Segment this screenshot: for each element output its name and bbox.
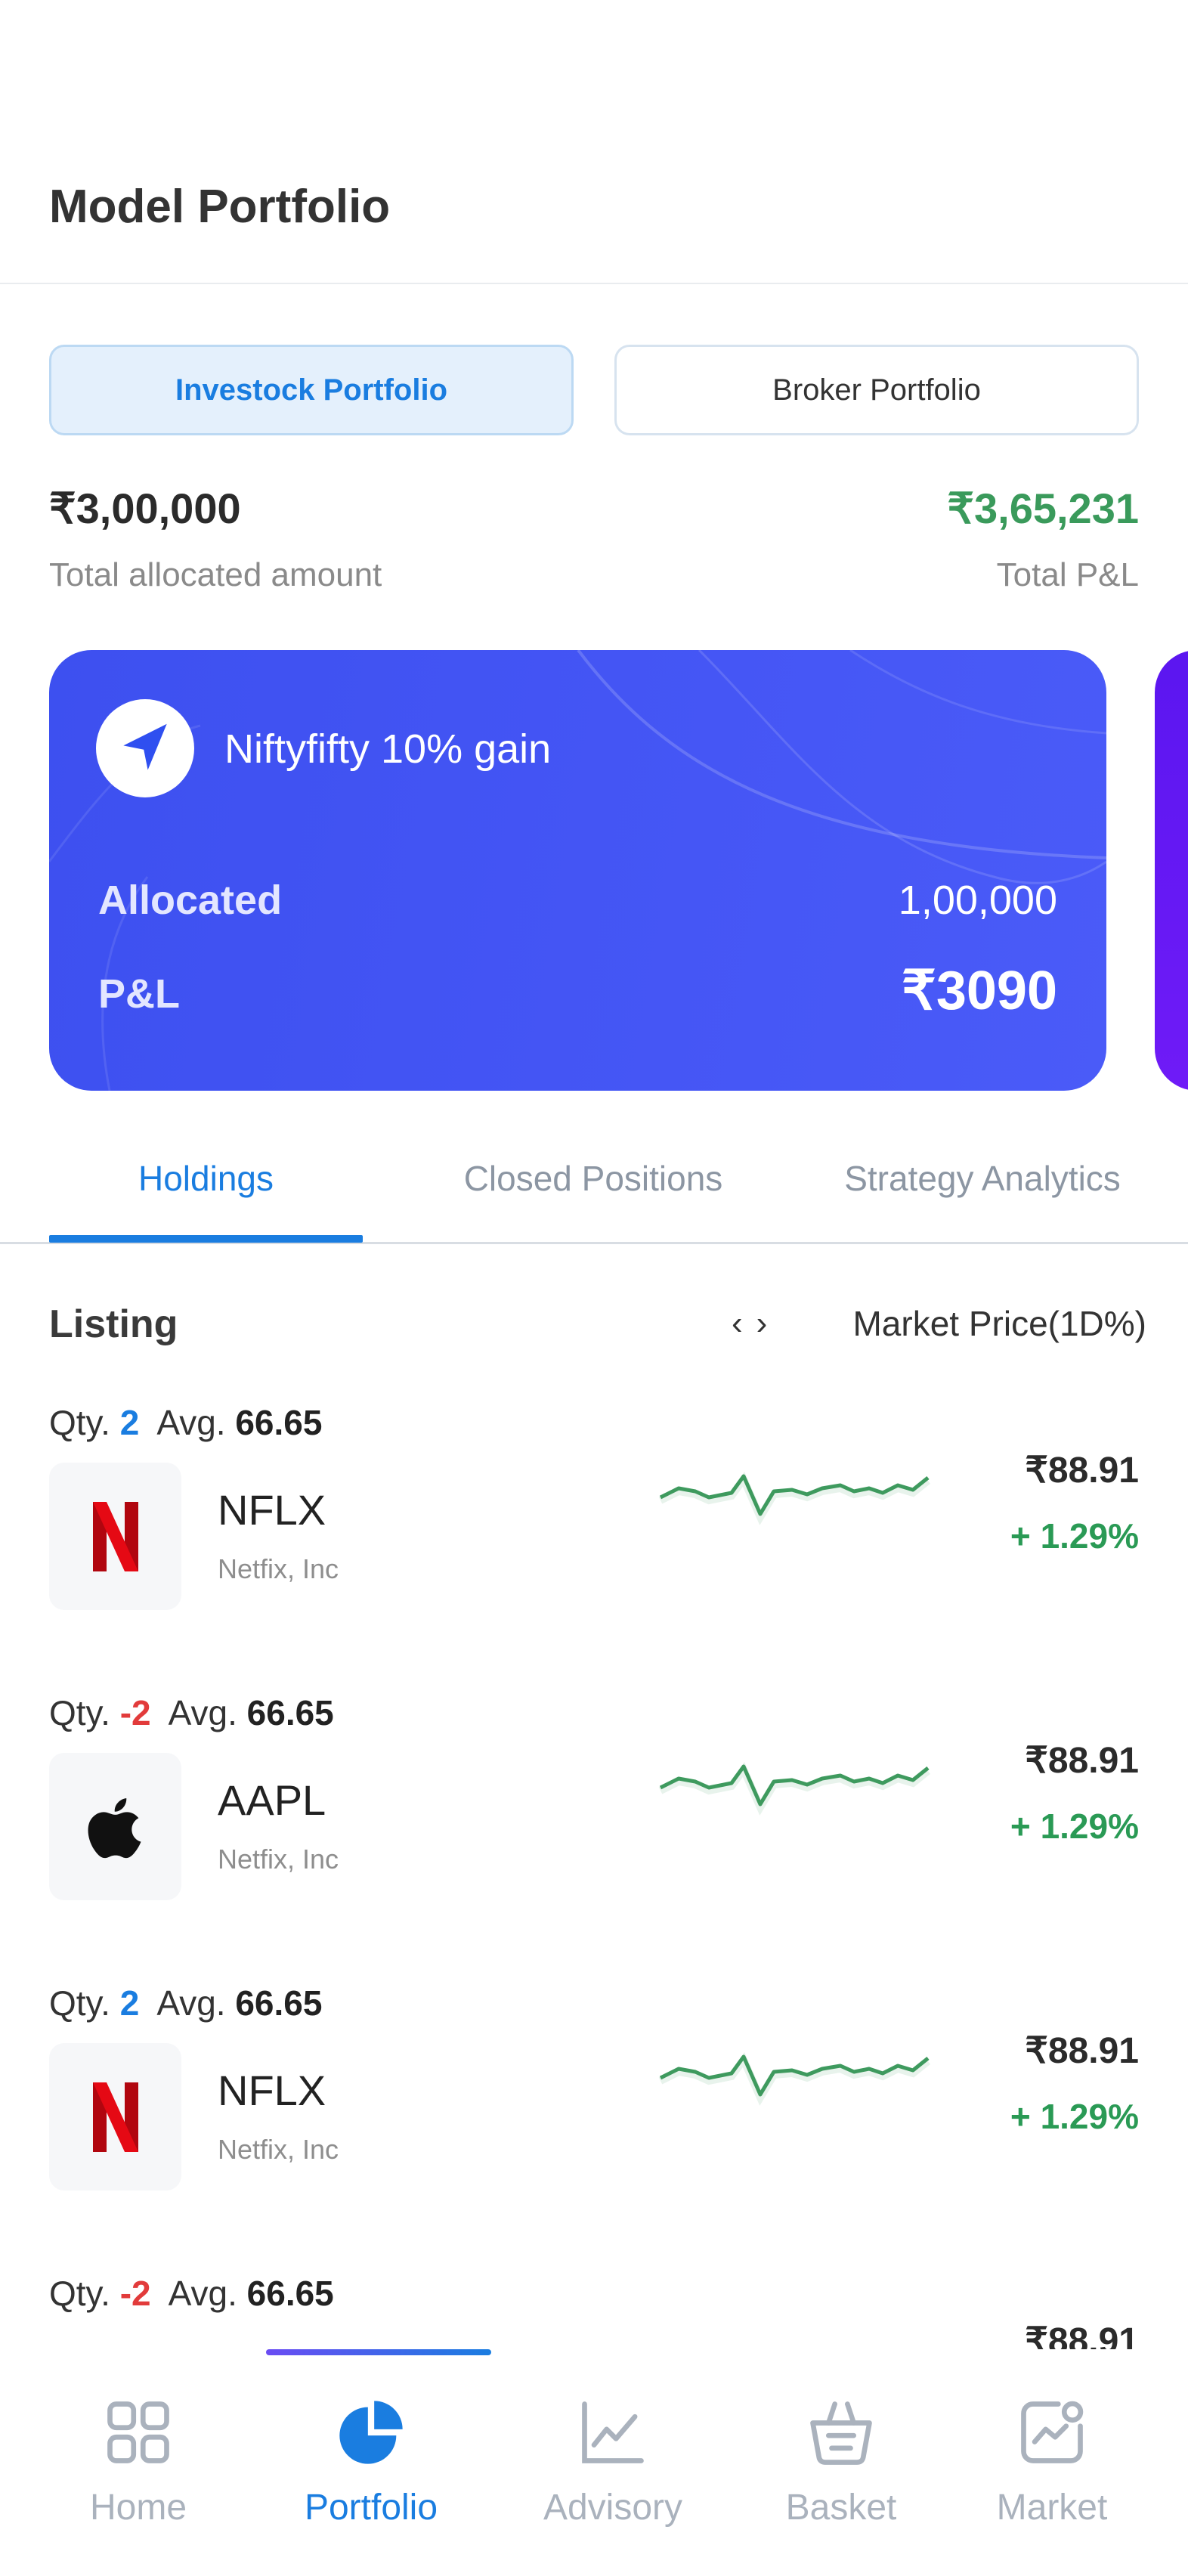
avg-value: 66.65 [246,2274,334,2313]
qty-label: Qty. [49,1693,110,1732]
nav-label: Advisory [543,2488,683,2528]
qty-label: Qty. [49,1403,110,1442]
nav-label: Market [996,2488,1108,2528]
nav-label: Portfolio [304,2488,438,2528]
avg-value: 66.65 [246,1693,334,1732]
strategy-title: Niftyfifty 10% gain [224,726,552,772]
tab-holdings[interactable]: Holdings [49,1158,363,1199]
avg-label: Avg. [168,2274,237,2313]
qty-value: 2 [119,1403,140,1442]
qty-line: Qty. 2 Avg. 66.65 [49,1983,322,2023]
ticker: NFLX [218,1486,326,1534]
allocated-value: 1,00,000 [898,878,1057,923]
nav-portfolio[interactable]: Portfolio [280,2395,462,2561]
total-allocated-amount: ₹3,00,000 [49,485,241,532]
pnl-value: ₹3090 [902,961,1057,1021]
company-name: Netfix, Inc [218,1553,339,1584]
sparkline [658,2052,931,2106]
page-title: Model Portfolio [49,181,391,233]
netflix-logo [49,2043,181,2191]
nav-advisory[interactable]: Advisory [522,2395,704,2561]
holding-row[interactable]: Qty. 2 Avg. 66.65 NFLX Netfix, Inc ₹88.9… [0,1983,1188,2240]
sparkline [658,1472,931,1525]
price-change: + 1.29% [1010,1807,1139,1846]
pie-chart-icon [339,2401,403,2464]
price-change: + 1.29% [1010,2097,1139,2136]
pnl-label: P&L [98,971,180,1017]
active-tab-indicator [49,1235,363,1243]
qty-value: -2 [119,2274,151,2313]
company-name: Netfix, Inc [218,1844,339,1875]
navigation-arrow-icon [96,699,194,797]
total-pnl-amount: ₹3,65,231 [947,485,1139,532]
allocated-label: Allocated [98,878,283,923]
investock-portfolio-button[interactable]: Investock Portfolio [49,345,574,435]
nav-market[interactable]: Market [961,2395,1143,2561]
header: Model Portfolio [0,0,1188,284]
holding-row[interactable]: Qty. -2 Avg. 66.65 ₹88.91 [0,2273,1188,2349]
broker-portfolio-button[interactable]: Broker Portfolio [614,345,1139,435]
next-strategy-card[interactable] [1155,650,1188,1091]
tab-bar: Holdings Closed Positions Strategy Analy… [0,1131,1188,1244]
holding-row[interactable]: Qty. 2 Avg. 66.65 NFLX Netfix, Inc ₹88.9… [0,1402,1188,1659]
netflix-logo [49,1463,181,1610]
nav-label: Basket [785,2488,897,2528]
ticker: AAPL [218,1776,326,1824]
nav-label: Home [89,2488,187,2528]
holding-row[interactable]: Qty. -2 Avg. 66.65 AAPL Netfix, Inc ₹88.… [0,1692,1188,1949]
grid-icon [107,2401,169,2463]
total-pnl-label: Total P&L [996,556,1139,593]
qty-line: Qty. -2 Avg. 66.65 [49,1692,334,1733]
avg-label: Avg. [168,1693,237,1732]
price-change: + 1.29% [1010,1516,1139,1556]
avg-value: 66.65 [235,1403,323,1442]
qty-label: Qty. [49,1983,110,2023]
tab-closed-positions[interactable]: Closed Positions [431,1158,756,1199]
basket-icon [810,2401,872,2465]
avg-label: Avg. [156,1983,226,2023]
company-name: Netfix, Inc [218,2134,339,2165]
qty-line: Qty. -2 Avg. 66.65 [49,2273,334,2314]
avg-label: Avg. [156,1403,226,1442]
market-price: ₹88.91 [1025,2031,1139,2071]
market-price: ₹88.91 [1025,2321,1139,2349]
tab-strategy-analytics[interactable]: Strategy Analytics [820,1158,1145,1199]
nav-home[interactable]: Home [48,2395,229,2561]
listing-title: Listing [49,1302,178,1346]
line-chart-icon [582,2401,644,2463]
sort-market-price[interactable]: Market Price(1D%) [852,1303,1146,1344]
card-decoration [49,650,1106,1091]
avg-value: 66.65 [235,1983,323,2023]
code-arrows-icon[interactable]: ‹› [732,1305,781,1342]
qty-label: Qty. [49,2274,110,2313]
total-allocated-label: Total allocated amount [49,556,382,593]
bottom-nav: Home Portfolio Advisory Basket Market [0,2349,1188,2576]
market-price: ₹88.91 [1025,1451,1139,1491]
strategy-card[interactable]: Niftyfifty 10% gain Allocated 1,00,000 P… [49,650,1106,1091]
ticker: NFLX [218,2067,326,2114]
qty-value: -2 [119,1693,151,1732]
sparkline [658,1762,931,1816]
qty-value: 2 [119,1983,140,2023]
market-icon [1021,2401,1084,2463]
nav-basket[interactable]: Basket [750,2395,932,2561]
active-nav-indicator [266,2349,491,2355]
market-price: ₹88.91 [1025,1741,1139,1781]
qty-line: Qty. 2 Avg. 66.65 [49,1402,322,1443]
apple-logo [49,1753,181,1900]
